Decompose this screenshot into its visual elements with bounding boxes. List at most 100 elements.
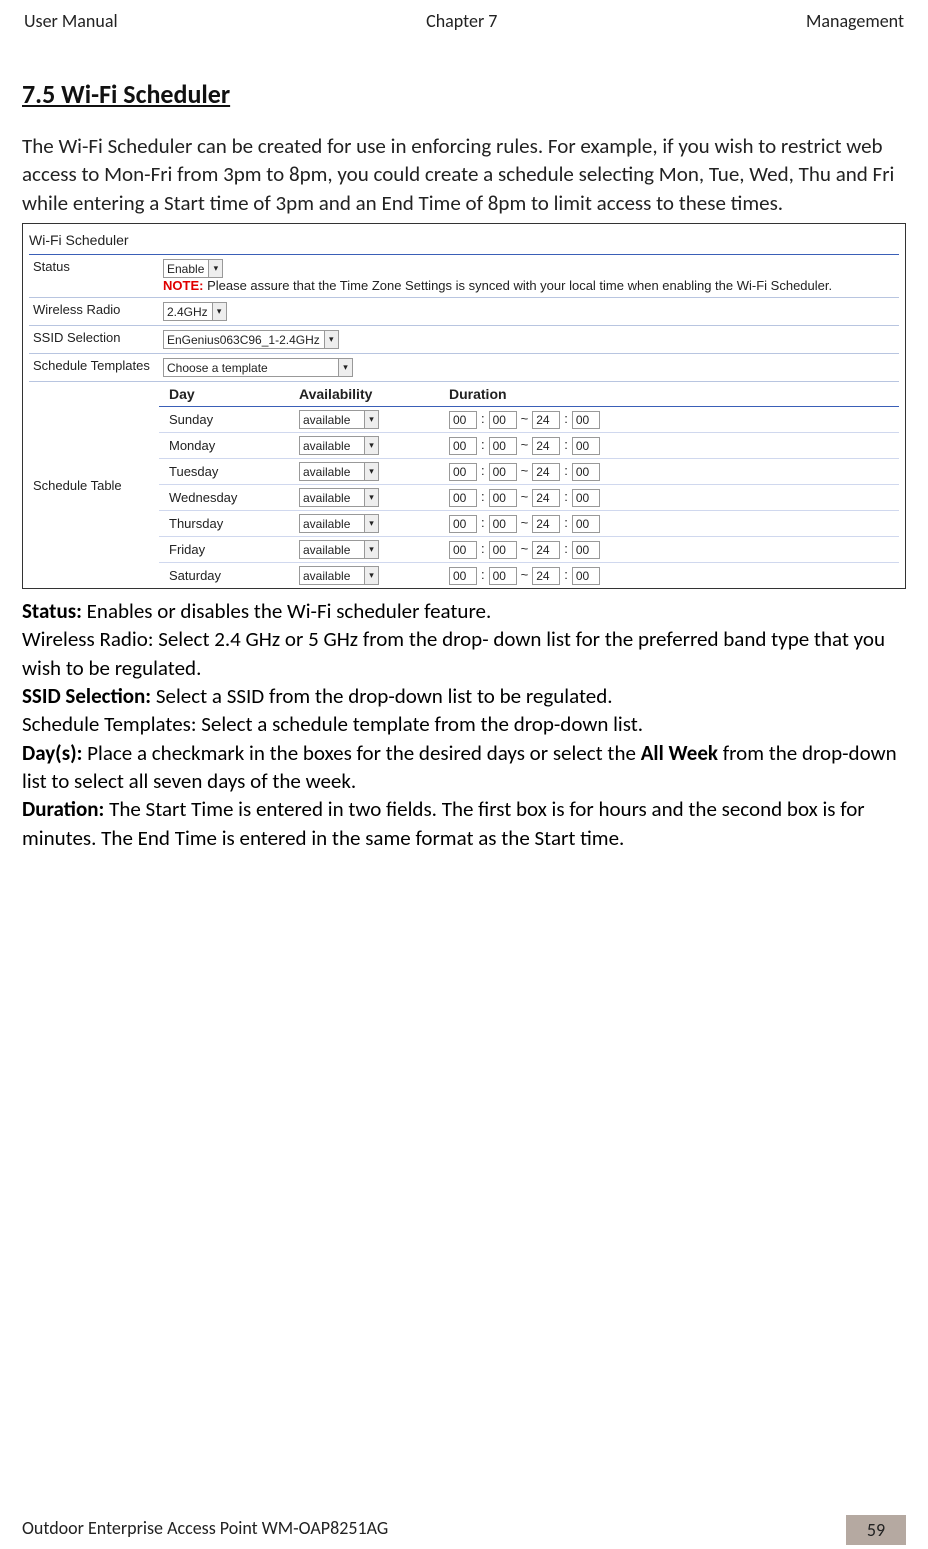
schedule-table-label: Schedule Table [29, 381, 159, 588]
end-min-input[interactable]: 00 [572, 541, 600, 559]
status-label: Status [29, 255, 159, 297]
start-hour-input[interactable]: 00 [449, 437, 477, 455]
start-min-input[interactable]: 00 [489, 567, 517, 585]
tilde-sep: ~ [521, 437, 529, 452]
page-header: User Manual Chapter 7 Management [22, 10, 906, 38]
section-title: 7.5 Wi-Fi Scheduler [22, 78, 906, 110]
end-min-input[interactable]: 00 [572, 437, 600, 455]
page-footer: Outdoor Enterprise Access Point WM-OAP82… [0, 1515, 928, 1549]
availability-select[interactable]: available ▾ [299, 410, 379, 429]
start-min-input[interactable]: 00 [489, 489, 517, 507]
def-day-label: Day(s): [22, 740, 82, 766]
col-availability: Availability [299, 386, 449, 402]
ssid-select[interactable]: EnGenius063C96_1-2.4GHz ▾ [163, 330, 339, 349]
schedule-row: Fridayavailable▾00:00~24:00 [159, 537, 899, 563]
header-right: Management [806, 10, 904, 32]
radio-select[interactable]: 2.4GHz ▾ [163, 302, 227, 321]
colon-sep: : [564, 463, 568, 478]
availability-value: available [303, 569, 350, 583]
chevron-down-icon: ▾ [364, 567, 378, 584]
intro-paragraph: The Wi-Fi Scheduler can be created for u… [22, 132, 906, 217]
start-hour-input[interactable]: 00 [449, 567, 477, 585]
end-hour-input[interactable]: 24 [532, 437, 560, 455]
day-name: Friday [169, 542, 299, 557]
end-min-input[interactable]: 00 [572, 463, 600, 481]
duration-cell: 00:00~24:00 [449, 515, 749, 533]
colon-sep: : [564, 541, 568, 556]
start-min-input[interactable]: 00 [489, 411, 517, 429]
schedule-row: Sundayavailable▾00:00~24:00 [159, 407, 899, 433]
def-status: Status: Enables or disables the Wi-Fi sc… [22, 597, 906, 625]
start-hour-input[interactable]: 00 [449, 463, 477, 481]
end-hour-input[interactable]: 24 [532, 541, 560, 559]
start-min-input[interactable]: 00 [489, 463, 517, 481]
footer-text: Outdoor Enterprise Access Point WM-OAP82… [22, 1517, 388, 1547]
tilde-sep: ~ [521, 541, 529, 556]
schedule-row: Tuesdayavailable▾00:00~24:00 [159, 459, 899, 485]
radio-label: Wireless Radio [29, 297, 159, 325]
start-min-input[interactable]: 00 [489, 541, 517, 559]
start-min-input[interactable]: 00 [489, 515, 517, 533]
start-hour-input[interactable]: 00 [449, 489, 477, 507]
end-hour-input[interactable]: 24 [532, 515, 560, 533]
end-min-input[interactable]: 00 [572, 515, 600, 533]
availability-value: available [303, 413, 350, 427]
end-hour-input[interactable]: 24 [532, 489, 560, 507]
def-day-allweek: All Week [641, 740, 718, 766]
ssid-select-value: EnGenius063C96_1-2.4GHz [167, 333, 320, 347]
availability-value: available [303, 465, 350, 479]
colon-sep: : [481, 541, 485, 556]
chevron-down-icon: ▾ [364, 437, 378, 454]
chevron-down-icon: ▾ [324, 331, 338, 348]
availability-cell: available ▾ [299, 566, 449, 585]
def-radio: Wireless Radio: Select 2.4 GHz or 5 GHz … [22, 625, 906, 682]
availability-select[interactable]: available ▾ [299, 566, 379, 585]
chevron-down-icon: ▾ [208, 260, 222, 277]
availability-cell: available▾ [299, 436, 449, 455]
ssid-label: SSID Selection [29, 325, 159, 353]
end-min-input[interactable]: 00 [572, 567, 600, 585]
schedule-row: Mondayavailable▾00:00~24:00 [159, 433, 899, 459]
start-hour-input[interactable]: 00 [449, 541, 477, 559]
end-hour-input[interactable]: 24 [532, 567, 560, 585]
status-select-value: Enable [167, 262, 204, 276]
availability-cell: available▾ [299, 488, 449, 507]
colon-sep: : [481, 515, 485, 530]
template-select-value: Choose a template [167, 361, 268, 375]
end-hour-input[interactable]: 24 [532, 411, 560, 429]
availability-select[interactable]: available▾ [299, 514, 379, 533]
day-name: Saturday [169, 568, 299, 583]
duration-cell: 00:00~24:00 [449, 567, 749, 585]
availability-select[interactable]: available▾ [299, 462, 379, 481]
status-select[interactable]: Enable ▾ [163, 259, 223, 278]
end-min-input[interactable]: 00 [572, 411, 600, 429]
status-value-cell: Enable ▾ NOTE: Please assure that the Ti… [159, 255, 899, 297]
end-min-input[interactable]: 00 [572, 489, 600, 507]
radio-select-value: 2.4GHz [167, 305, 208, 319]
start-min-input[interactable]: 00 [489, 437, 517, 455]
chevron-down-icon: ▾ [364, 541, 378, 558]
header-left: User Manual [24, 10, 118, 32]
schedule-table-cell: Day Availability Duration Sundayavailabl… [159, 381, 899, 588]
end-hour-input[interactable]: 24 [532, 463, 560, 481]
header-center: Chapter 7 [426, 10, 497, 32]
availability-select[interactable]: available▾ [299, 436, 379, 455]
availability-select[interactable]: available▾ [299, 540, 379, 559]
colon-sep: : [481, 463, 485, 478]
template-select[interactable]: Choose a template ▾ [163, 358, 353, 377]
availability-cell: available▾ [299, 514, 449, 533]
start-hour-input[interactable]: 00 [449, 515, 477, 533]
chevron-down-icon: ▾ [212, 303, 226, 320]
def-ssid-text: Select a SSID from the drop-down list to… [151, 683, 612, 709]
chevron-down-icon: ▾ [364, 411, 378, 428]
day-name: Wednesday [169, 490, 299, 505]
template-label: Schedule Templates [29, 353, 159, 381]
availability-value: available [303, 517, 350, 531]
availability-select[interactable]: available▾ [299, 488, 379, 507]
tilde-sep: ~ [521, 489, 529, 504]
screenshot-title: Wi-Fi Scheduler [29, 232, 899, 248]
day-name: Tuesday [169, 464, 299, 479]
start-hour-input[interactable]: 00 [449, 411, 477, 429]
schedule-row: Thursdayavailable▾00:00~24:00 [159, 511, 899, 537]
availability-value: available [303, 491, 350, 505]
